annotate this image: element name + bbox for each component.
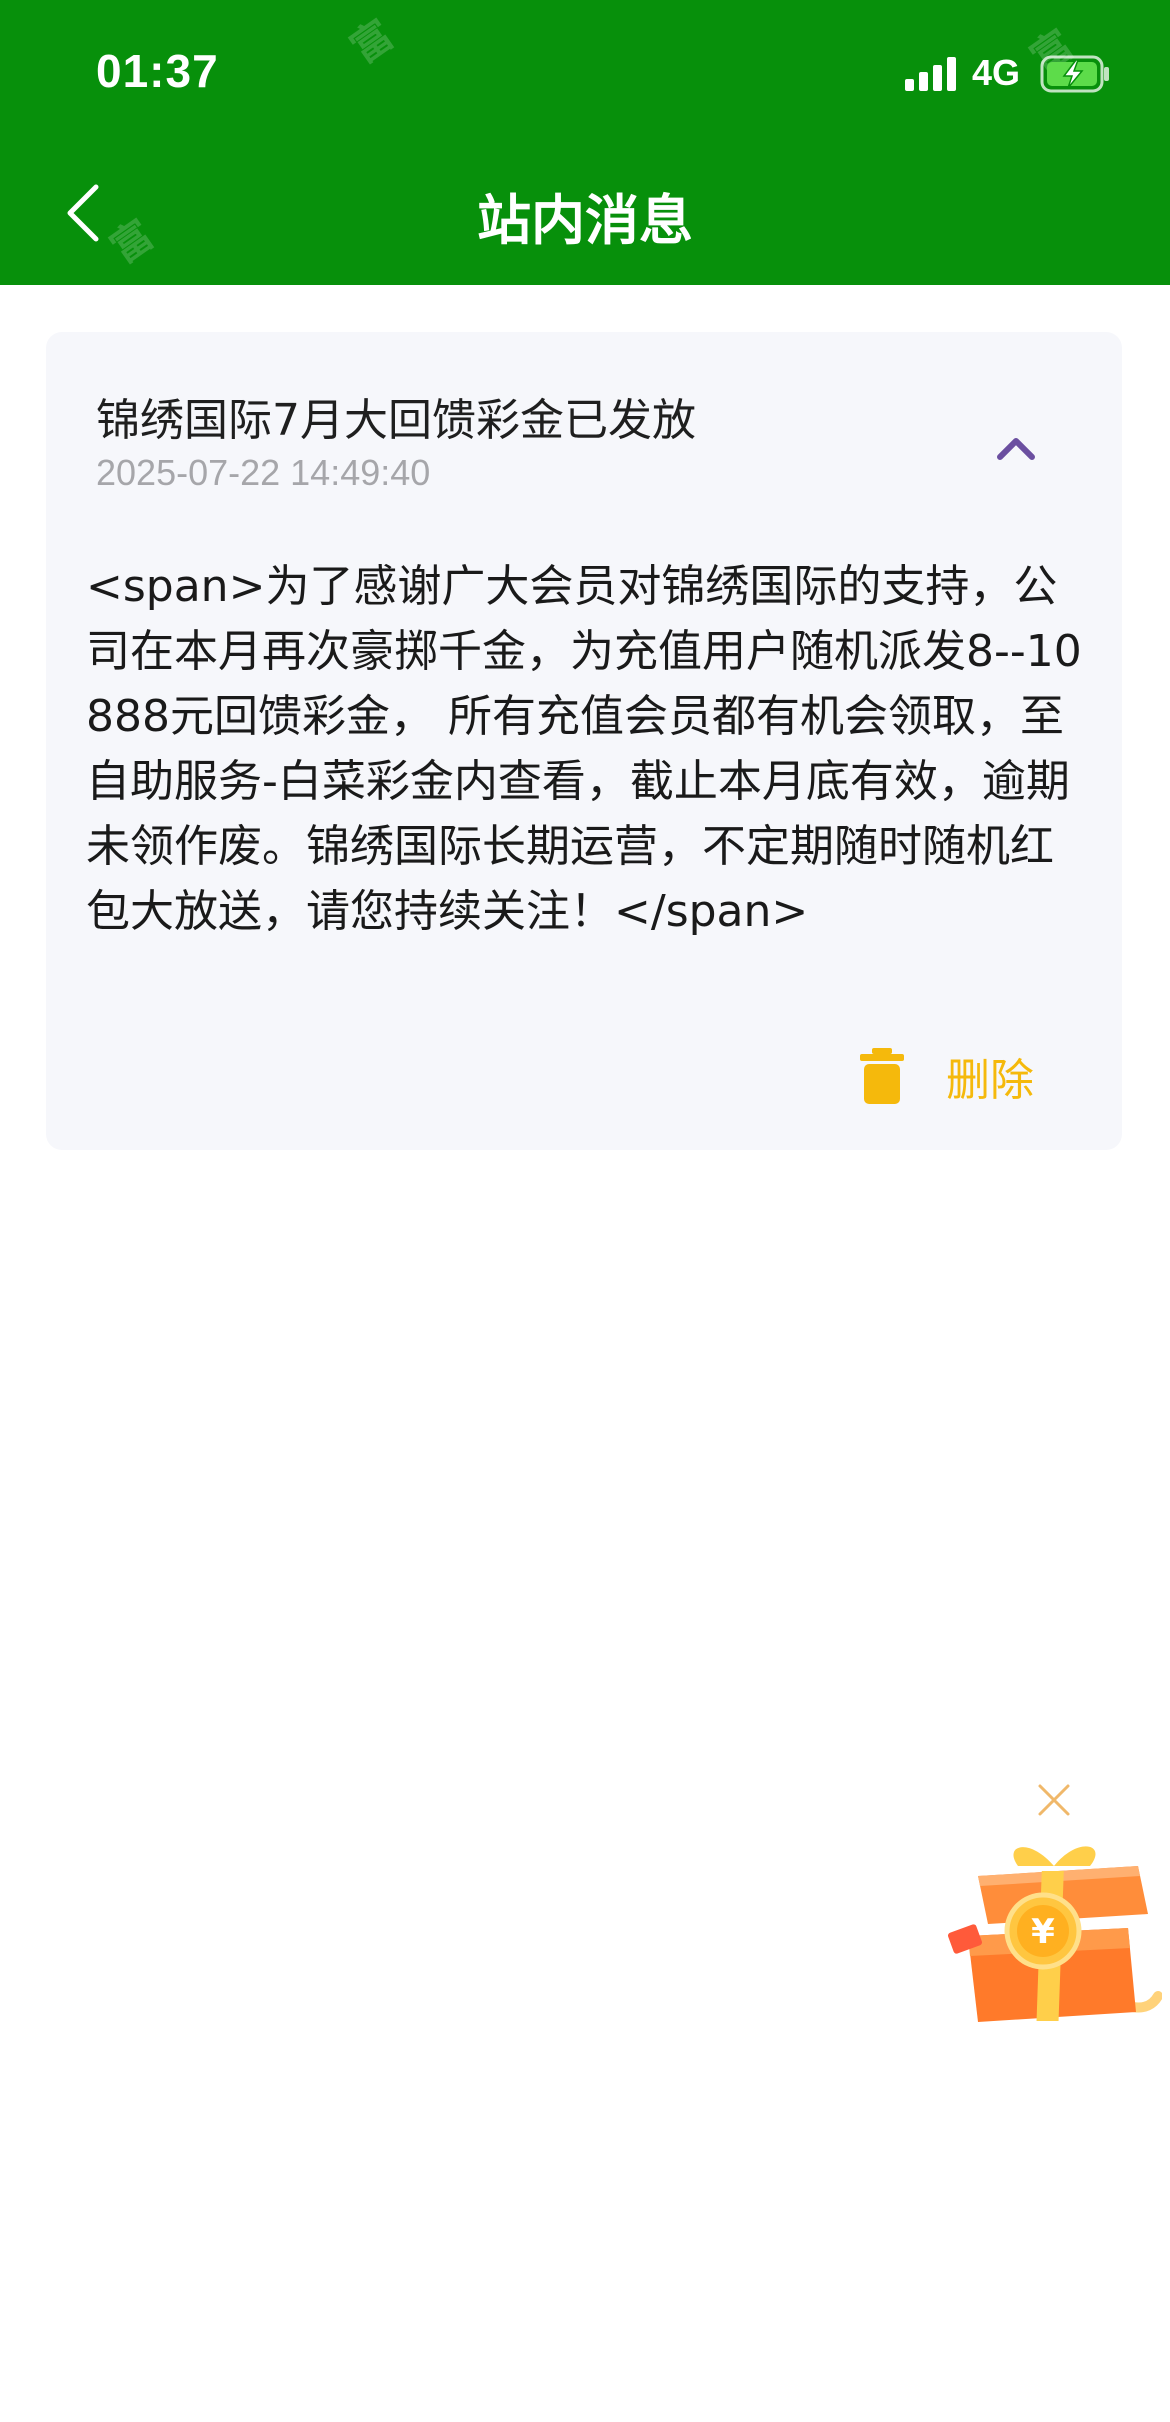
- collapse-button[interactable]: [988, 428, 1044, 468]
- network-type: 4G: [972, 52, 1021, 93]
- battery-charging-icon: [1040, 55, 1109, 93]
- header-bar: 富 富 富 01:37 4G 站内消息: [0, 0, 1170, 285]
- page-title: 站内消息: [477, 189, 693, 252]
- watermark: 富: [342, 11, 402, 73]
- message-timestamp: 2025-07-22 14:49:40: [96, 452, 431, 493]
- delete-label: 删除: [946, 1055, 1034, 1106]
- gift-box-icon[interactable]: ¥: [948, 1836, 1162, 2026]
- trash-icon: [860, 1048, 904, 1104]
- delete-button[interactable]: 删除: [860, 1044, 1034, 1108]
- chevron-up-icon: [997, 438, 1035, 460]
- message-body: <span>为了感谢广大会员对锦绣国际的支持，公司在本月再次豪掷千金，为充值用户…: [86, 561, 1082, 937]
- page: 富 富 富 01:37 4G 站内消息 锦绣国际7月大回馈彩金已发放 2025-…: [0, 0, 1170, 2422]
- svg-text:¥: ¥: [1031, 1912, 1055, 1952]
- message-card: 锦绣国际7月大回馈彩金已发放 2025-07-22 14:49:40 <span…: [46, 332, 1122, 1150]
- message-title[interactable]: 锦绣国际7月大回馈彩金已发放: [96, 384, 696, 448]
- status-time: 01:37: [96, 45, 219, 97]
- signal-bars-icon: [905, 57, 956, 91]
- close-icon[interactable]: [1034, 1780, 1074, 1820]
